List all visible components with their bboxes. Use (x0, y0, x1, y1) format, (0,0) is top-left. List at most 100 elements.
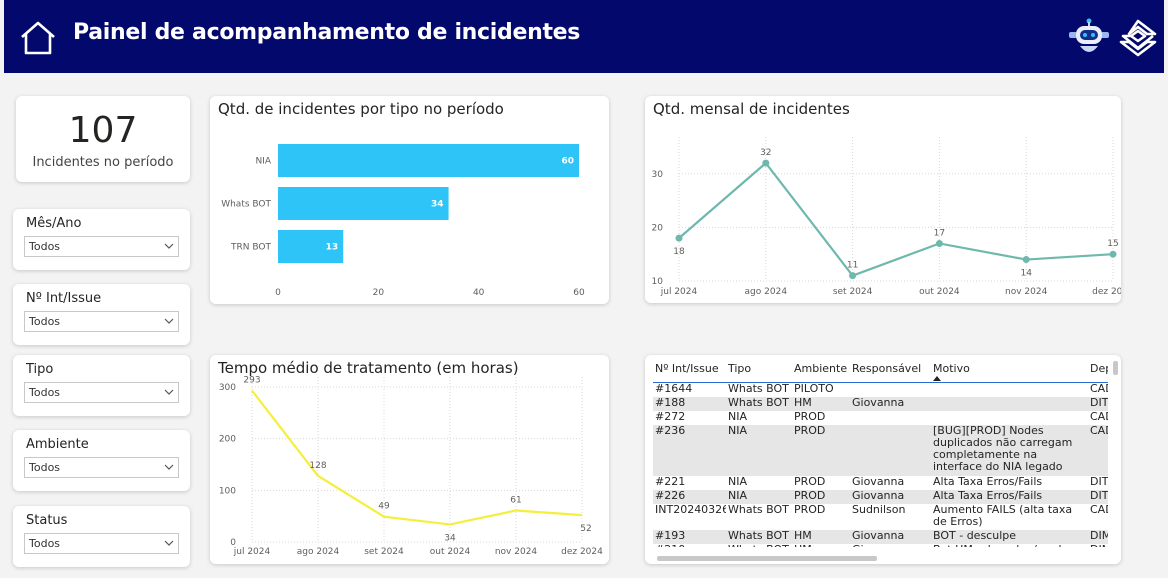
data-label: 34 (444, 533, 456, 543)
x-tick-label: jul 2024 (233, 547, 271, 557)
table-cell: #221 (655, 476, 686, 488)
sort-ascending-icon[interactable] (933, 375, 941, 381)
data-label: 32 (760, 148, 771, 158)
slicer-label: Ambiente (26, 437, 89, 452)
table-cell: [BUG][PROD] Nodes duplicados não carrega… (933, 425, 1073, 473)
data-point (1022, 256, 1030, 264)
data-label: 14 (1020, 269, 1032, 279)
monthly-chart-card: Qtd. mensal de incidentes 10 20 30 18 jul 20… (645, 96, 1121, 303)
data-label: 61 (510, 495, 521, 505)
x-tick-label: 40 (473, 288, 485, 298)
dropdown-value: Todos (29, 240, 61, 253)
home-icon[interactable] (18, 18, 58, 58)
data-label: 49 (378, 502, 390, 512)
table-cell: Aumento FAILS (alta taxa de Erros) (933, 504, 1073, 528)
table-cell: #226 (655, 490, 686, 502)
table-row[interactable]: #226 NIA PROD Giovanna Alta Taxa Erros/Fails… (653, 490, 1108, 504)
table-cell: #1644 (655, 383, 693, 395)
data-label: 34 (431, 200, 444, 210)
page-title: Painel de acompanhamento de incidentes (73, 20, 581, 45)
y-tick-label: 10 (652, 277, 664, 287)
data-label: 60 (561, 157, 574, 167)
table-row[interactable]: #210Whats BOTHMGiovannaBot HM - desculpe… (653, 544, 1108, 547)
x-tick-label: nov 2024 (495, 547, 538, 557)
table-row[interactable]: #236 NIA PROD [BUG][PROD] Nodes duplicados … (653, 425, 1108, 476)
table-cell: #210 (653, 544, 726, 547)
table-cell: PROD (794, 411, 826, 423)
table-cell: Giovanna (852, 530, 905, 542)
x-tick-label: dez 2024 (561, 547, 603, 557)
mes-ano-dropdown[interactable]: Todos (24, 236, 179, 257)
category-label: NIA (255, 157, 271, 167)
table-cell: Bot HM - desculpe/mudo (931, 544, 1088, 547)
table-row[interactable]: #272 NIA PROD CAD (653, 411, 1108, 425)
kpi-card: 107 Incidentes no período (16, 96, 190, 182)
x-tick-label: nov 2024 (1005, 287, 1048, 297)
table-cell (931, 411, 1088, 425)
x-tick-label: set 2024 (364, 547, 404, 557)
int-issue-dropdown[interactable]: Todos (24, 311, 179, 332)
avg-time-chart-card: Tempo médio de tratamento (em horas) 0 10… (210, 355, 609, 564)
table-row[interactable]: INT20240326617Whats BOT PROD Sudnilson Aume… (653, 504, 1108, 530)
table-cell: NIA (728, 425, 747, 437)
incidents-table[interactable]: Nº Int/Issue Tipo Ambiente Responsável Motiv… (653, 361, 1108, 547)
x-tick-label: ago 2024 (297, 547, 340, 557)
chevron-down-icon (164, 540, 174, 546)
table-cell: DIT (1090, 476, 1108, 488)
table-cell: PROD (794, 425, 826, 437)
table-cell: Giovanna (852, 490, 905, 502)
table-cell: CAD (1090, 411, 1108, 423)
table-cell: Alta Taxa Erros/Fails (933, 490, 1043, 502)
incidents-by-type-chart: NIA 60 Whats BOT 34 TRN BOT 13 0 20 40 60 (221, 144, 585, 298)
data-point (675, 234, 683, 242)
table-cell: #272 (655, 411, 686, 423)
table-cell: Whats BOT (728, 530, 789, 542)
data-label: 13 (326, 243, 339, 253)
top-header: Painel de acompanhamento de incidentes (4, 0, 1164, 73)
table-cell: INT20240326617 (655, 504, 726, 516)
horizontal-scrollbar[interactable] (657, 556, 877, 561)
table-cell: PILOTO (794, 383, 834, 395)
table-row[interactable]: #1644 Whats BOT PILOTO CAD (653, 383, 1108, 397)
data-label: 128 (309, 461, 326, 471)
slicer-int-issue: Nº Int/Issue Todos (13, 284, 190, 345)
series-line (678, 161, 1114, 277)
robot-icon (1069, 18, 1109, 52)
column-header: Responsável (852, 363, 922, 375)
table-cell: #188 (655, 397, 686, 409)
table-row[interactable]: #193 Whats BOT HM Giovanna BOT - desculpe DIM (653, 530, 1108, 544)
table-cell (850, 425, 931, 476)
dropdown-value: Todos (29, 315, 61, 328)
bar-chart-card: Qtd. de incidentes por tipo no período N… (210, 96, 609, 304)
y-tick-label: 20 (652, 223, 664, 233)
kpi-label: Incidentes no período (32, 155, 174, 170)
table-cell: HM (792, 544, 850, 547)
data-point (762, 159, 770, 167)
column-header: Motivo (933, 363, 970, 375)
data-label: 17 (934, 228, 945, 238)
column-header: Nº Int/Issue (655, 363, 719, 375)
table-cell: NIA (728, 490, 747, 502)
table-cell: Whats BOT (728, 397, 789, 409)
slicer-tipo: Tipo Todos (13, 355, 190, 416)
column-header: Ambiente (794, 363, 848, 375)
x-tick-label: 0 (275, 288, 281, 298)
ambiente-dropdown[interactable]: Todos (24, 457, 179, 478)
vertical-scrollbar[interactable] (1113, 361, 1118, 375)
slicer-label: Status (26, 513, 68, 528)
kpi-value: 107 (68, 110, 138, 151)
x-tick-label: set 2024 (833, 287, 873, 297)
status-dropdown[interactable]: Todos (24, 533, 179, 554)
table-cell: #236 (655, 425, 686, 437)
category-label: TRN BOT (230, 243, 271, 253)
chevron-down-icon (164, 464, 174, 470)
table-row[interactable]: #221 NIA PROD Giovanna Alta Taxa Erros/Fails… (653, 476, 1108, 490)
table-header[interactable]: Nº Int/Issue Tipo Ambiente Responsável Motiv… (653, 361, 1108, 383)
tipo-dropdown[interactable]: Todos (24, 382, 179, 403)
table-cell (931, 397, 1088, 411)
table-row[interactable]: #188 Whats BOT HM Giovanna DIT (653, 397, 1108, 411)
y-tick-label: 200 (219, 435, 236, 445)
table-cell: DIT (1090, 490, 1108, 502)
avg-time-chart: 0100200300293jul 2024128ago 202449set 20… (219, 376, 603, 557)
table-cell: Whats BOT (728, 504, 789, 516)
